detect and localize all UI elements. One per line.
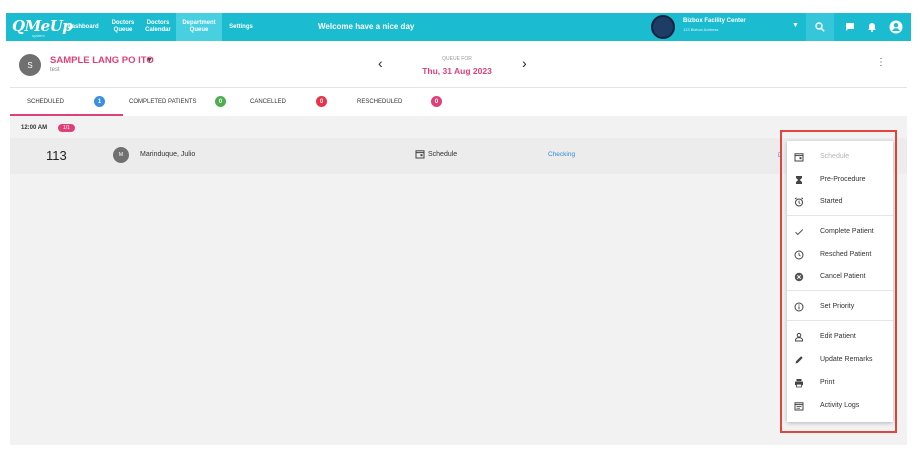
calendar-list-icon xyxy=(794,402,804,411)
queue-row[interactable]: 113 M Marinduque, Julio Schedule Checkin… xyxy=(10,138,907,174)
tab-label: COMPLETED PATIENTS xyxy=(129,99,197,105)
rescheduled-count-badge: 0 xyxy=(431,96,442,107)
previous-date-button[interactable]: ‹ xyxy=(378,55,383,71)
nav-label: Queue xyxy=(189,27,209,33)
cancel-icon xyxy=(794,272,804,282)
queue-for-label: QUEUE FOR xyxy=(442,56,472,62)
search-button[interactable] xyxy=(806,13,834,41)
nav-label: Doctors xyxy=(111,20,135,26)
pencil-icon xyxy=(795,356,803,364)
more-options-icon[interactable]: ⋮ xyxy=(876,57,886,68)
calendar-icon xyxy=(415,150,425,159)
alarm-icon xyxy=(794,197,804,207)
department-dropdown-icon[interactable]: ▼ xyxy=(146,57,153,64)
active-tab-indicator xyxy=(10,114,123,116)
menu-item-edit-patient[interactable]: Edit Patient xyxy=(787,327,893,347)
row-status: Schedule xyxy=(428,151,458,158)
nav-label: Calendar xyxy=(145,27,171,33)
scheduled-count-badge: 1 xyxy=(94,96,105,107)
user-avatar-icon xyxy=(889,20,903,34)
tab-cancelled[interactable]: CANCELLED xyxy=(250,88,286,116)
menu-item-label: Started xyxy=(820,198,843,205)
tab-label: RESCHEDULED xyxy=(357,99,403,105)
patient-avatar: M xyxy=(113,147,129,163)
menu-divider xyxy=(787,320,893,321)
menu-item-label: Activity Logs xyxy=(820,402,860,409)
hourglass-icon xyxy=(796,176,802,184)
check-icon xyxy=(795,229,804,236)
menu-item-label: Resched Patient xyxy=(820,251,872,258)
menu-item-label: Pre-Procedure xyxy=(820,176,866,183)
next-date-button[interactable]: › xyxy=(522,55,527,71)
department-header: S SAMPLE LANG PO ITO test ▼ ‹ QUEUE FOR … xyxy=(10,41,907,88)
menu-item-pre-procedure[interactable]: Pre-Procedure xyxy=(787,170,893,190)
row-context-menu: Schedule Pre-Procedure Started Complete … xyxy=(787,141,893,422)
time-group-label: 12:00 AM xyxy=(21,125,48,131)
nav-department-queue[interactable]: Department Queue xyxy=(176,13,222,41)
search-icon xyxy=(815,22,825,32)
clock-icon xyxy=(794,250,804,260)
person-icon xyxy=(795,332,803,342)
cancelled-count-badge: 0 xyxy=(316,96,327,107)
nav-doctors-queue[interactable]: Doctors Queue xyxy=(106,13,140,41)
menu-item-cancel-patient[interactable]: Cancel Patient xyxy=(787,267,893,287)
nav-label: Doctors xyxy=(146,20,170,26)
queue-tabs: SCHEDULED 1 COMPLETED PATIENTS 0 CANCELL… xyxy=(10,88,907,116)
top-bar: QMeUp system Dashboard Doctors Queue Doc… xyxy=(6,13,911,41)
menu-item-label: Edit Patient xyxy=(820,333,856,340)
menu-item-label: Cancel Patient xyxy=(820,273,866,280)
menu-item-label: Set Priority xyxy=(820,303,855,310)
facility-address: 123 Bizbox Address xyxy=(683,27,719,32)
app-logo-sub: system xyxy=(32,33,45,38)
menu-divider xyxy=(787,215,893,216)
completed-count-badge: 0 xyxy=(215,96,226,107)
bell-icon xyxy=(868,23,876,32)
tab-completed-patients[interactable]: COMPLETED PATIENTS xyxy=(129,88,196,116)
queue-number: 113 xyxy=(46,148,67,163)
facility-dropdown-icon[interactable]: ▼ xyxy=(792,22,799,29)
menu-item-update-remarks[interactable]: Update Remarks xyxy=(787,350,893,370)
department-subtitle: test xyxy=(50,67,60,73)
printer-icon xyxy=(795,379,803,388)
menu-divider xyxy=(787,290,893,291)
facility-logo xyxy=(651,15,675,39)
welcome-message: Welcome have a nice day xyxy=(318,22,415,31)
menu-item-label: Schedule xyxy=(820,153,850,160)
tab-label: SCHEDULED xyxy=(27,99,65,105)
chat-icon xyxy=(846,23,854,31)
facility-name[interactable]: Bizbox Facility Center xyxy=(683,18,746,24)
menu-item-print[interactable]: Print xyxy=(787,373,893,393)
nav-dashboard[interactable]: Dashboard xyxy=(62,13,104,41)
menu-item-label: Update Remarks xyxy=(820,356,873,363)
menu-item-set-priority[interactable]: Set Priority xyxy=(787,297,893,317)
nav-label: Dashboard xyxy=(67,23,99,30)
tab-label: CANCELLED xyxy=(250,99,287,105)
menu-item-schedule: Schedule xyxy=(787,147,893,167)
menu-item-resched-patient[interactable]: Resched Patient xyxy=(787,245,893,265)
menu-item-started[interactable]: Started xyxy=(787,192,893,212)
nav-label: Department xyxy=(182,20,216,26)
calendar-icon xyxy=(794,153,804,162)
time-group-count: 1/1 xyxy=(58,124,75,132)
main-content: S SAMPLE LANG PO ITO test ▼ ‹ QUEUE FOR … xyxy=(10,41,907,445)
department-avatar: S xyxy=(19,54,41,76)
nav-label: Settings xyxy=(229,23,253,30)
tab-rescheduled[interactable]: RESCHEDULED xyxy=(357,88,402,116)
row-action-status[interactable]: Checking xyxy=(548,151,575,158)
patient-name[interactable]: Marinduque, Julio xyxy=(140,151,195,158)
department-name[interactable]: SAMPLE LANG PO ITO xyxy=(50,55,154,66)
nav-settings[interactable]: Settings xyxy=(222,13,260,41)
queue-date[interactable]: Thu, 31 Aug 2023 xyxy=(415,66,499,76)
info-icon xyxy=(794,302,804,312)
nav-label: Queue xyxy=(113,27,133,33)
menu-item-activity-logs[interactable]: Activity Logs xyxy=(787,396,893,416)
menu-item-label: Print xyxy=(820,379,835,386)
menu-item-complete-patient[interactable]: Complete Patient xyxy=(787,222,893,242)
nav-doctors-calendar[interactable]: Doctors Calendar xyxy=(140,13,176,41)
tab-scheduled[interactable]: SCHEDULED xyxy=(27,88,64,116)
account-button[interactable] xyxy=(882,13,910,41)
menu-item-label: Complete Patient xyxy=(820,228,874,235)
